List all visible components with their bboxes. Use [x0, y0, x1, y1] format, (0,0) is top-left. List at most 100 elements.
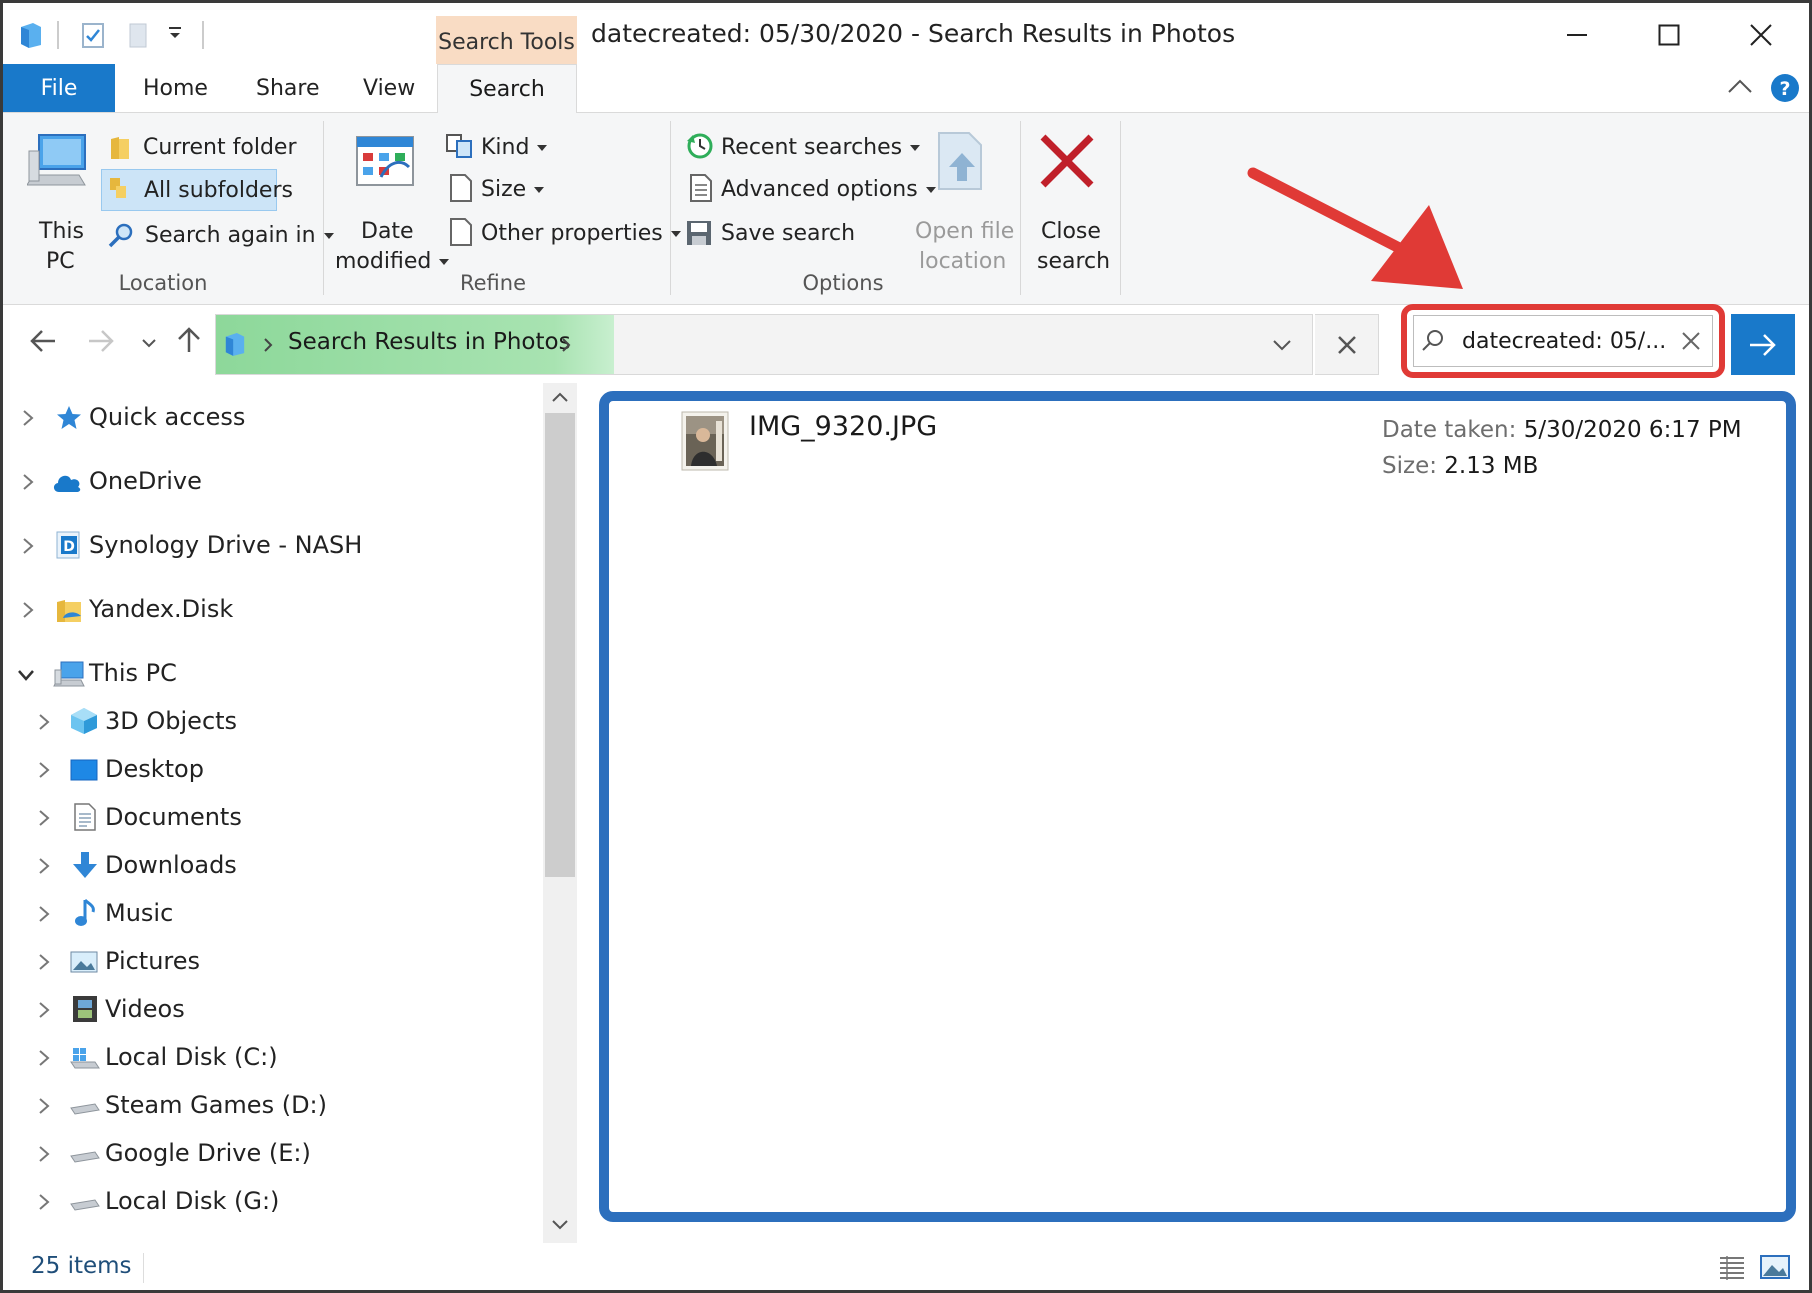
collapse-ribbon-button[interactable] — [1727, 76, 1753, 100]
chevron-right-icon[interactable] — [21, 409, 35, 427]
large-icons-view-button[interactable] — [1759, 1253, 1791, 1285]
forward-button[interactable] — [87, 328, 115, 358]
tree-item-pictures[interactable]: Pictures — [3, 942, 523, 982]
group-label-options: Options — [802, 271, 884, 295]
this-pc-label-2: PC — [46, 249, 75, 274]
date-taken-label: Date taken: — [1382, 417, 1517, 443]
tab-file[interactable]: File — [3, 64, 115, 112]
chevron-right-icon[interactable] — [37, 713, 51, 731]
tree-item-local-disk-c[interactable]: Local Disk (C:) — [3, 1038, 523, 1078]
up-button[interactable] — [177, 326, 201, 358]
tree-item-this-pc[interactable]: This PC — [3, 654, 523, 694]
tree-item-downloads[interactable]: Downloads — [3, 846, 523, 886]
tab-view[interactable]: View — [363, 64, 415, 112]
other-properties-button[interactable]: Other properties — [443, 217, 681, 253]
drive-icon — [70, 1103, 100, 1115]
clear-search-button[interactable] — [1680, 330, 1702, 356]
tree-item-documents[interactable]: Documents — [3, 798, 523, 838]
chevron-right-icon[interactable] — [21, 537, 35, 555]
videos-icon — [73, 996, 97, 1022]
save-search-button[interactable]: Save search — [683, 217, 863, 253]
close-window-button[interactable] — [1715, 3, 1807, 67]
recent-searches-icon — [687, 133, 713, 159]
qat-separator — [57, 21, 59, 49]
scroll-down-icon[interactable] — [551, 1219, 569, 1231]
search-input[interactable]: datecreated: 05/... — [1413, 315, 1713, 367]
subfolders-icon — [110, 178, 126, 198]
tree-item-desktop[interactable]: Desktop — [3, 750, 523, 790]
chevron-right-icon[interactable] — [37, 761, 51, 779]
annotation-arrow-icon — [1247, 167, 1463, 289]
scrollbar-thumb[interactable] — [545, 413, 575, 877]
tab-share[interactable]: Share — [256, 64, 320, 112]
svg-text:D: D — [63, 539, 75, 555]
breadcrumb-separator-icon[interactable] — [560, 337, 572, 353]
chevron-right-icon[interactable] — [37, 857, 51, 875]
chevron-right-icon[interactable] — [37, 1001, 51, 1019]
navigation-scrollbar[interactable] — [543, 383, 577, 1243]
tree-label: Downloads — [105, 851, 237, 879]
chevron-right-icon[interactable] — [37, 1049, 51, 1067]
size-button[interactable]: Size — [443, 173, 553, 209]
breadcrumb-search-results[interactable]: Search Results in Photos — [288, 329, 571, 355]
tab-search[interactable]: Search — [437, 64, 577, 114]
maximize-button[interactable] — [1623, 3, 1715, 67]
all-subfolders-button[interactable]: All subfolders — [101, 169, 293, 211]
tree-item-local-disk-g[interactable]: Local Disk (G:) — [3, 1182, 523, 1222]
tree-item-onedrive[interactable]: OneDrive — [3, 462, 523, 502]
dropdown-caret-icon — [439, 259, 450, 265]
tree-item-videos[interactable]: Videos — [3, 990, 523, 1030]
group-separator — [323, 121, 324, 295]
details-view-button[interactable] — [1717, 1253, 1747, 1285]
back-button[interactable] — [29, 328, 57, 358]
new-folder-icon[interactable] — [127, 21, 149, 53]
tree-item-google-drive-e[interactable]: Google Drive (E:) — [3, 1134, 523, 1174]
scroll-up-icon[interactable] — [551, 391, 569, 403]
address-bar[interactable]: Search Results in Photos — [215, 314, 1313, 375]
properties-icon[interactable] — [81, 21, 105, 53]
chevron-right-icon[interactable] — [37, 1193, 51, 1211]
open-file-location-label-1: Open file — [915, 219, 1015, 244]
tree-item-steam-games-d[interactable]: Steam Games (D:) — [3, 1086, 523, 1126]
date-modified-button[interactable]: Date modified — [333, 131, 450, 274]
other-properties-label: Other properties — [481, 221, 681, 246]
all-subfolders-label: All subfolders — [144, 178, 293, 203]
result-item[interactable]: IMG_9320.JPG Date taken: 5/30/2020 6:17 … — [679, 411, 1779, 491]
group-label-location: Location — [118, 271, 208, 295]
this-pc-button[interactable]: This PC — [23, 131, 93, 274]
chevron-right-icon[interactable] — [37, 1097, 51, 1115]
chevron-right-icon[interactable] — [37, 953, 51, 971]
address-history-button[interactable] — [1272, 337, 1292, 356]
kind-button[interactable]: Kind — [443, 131, 553, 167]
recent-searches-button[interactable]: Recent searches — [683, 131, 921, 167]
tree-item-quick-access[interactable]: Quick access — [3, 398, 523, 438]
chevron-right-icon[interactable] — [37, 1145, 51, 1163]
tree-item-3d-objects[interactable]: 3D Objects — [3, 702, 523, 742]
tree-label: Music — [105, 899, 174, 927]
qat-customize-icon[interactable] — [167, 25, 183, 45]
chevron-down-icon[interactable] — [17, 668, 35, 682]
tree-label: This PC — [89, 659, 177, 687]
tree-item-music[interactable]: Music — [3, 894, 523, 934]
advanced-options-button[interactable]: Advanced options — [683, 173, 936, 209]
current-folder-button[interactable]: Current folder — [107, 131, 296, 167]
open-file-location-icon — [938, 132, 982, 190]
recent-locations-button[interactable] — [141, 334, 157, 353]
chevron-right-icon[interactable] — [37, 905, 51, 923]
kind-label: Kind — [481, 135, 548, 160]
search-again-in-button[interactable]: Search again in — [107, 217, 334, 257]
close-search-button[interactable]: Close search — [1027, 131, 1110, 274]
tab-home[interactable]: Home — [143, 64, 208, 112]
minimize-button[interactable] — [1531, 3, 1623, 67]
date-modified-text: modified — [335, 249, 432, 274]
size-label: Size: — [1382, 453, 1437, 479]
chevron-right-icon[interactable] — [37, 809, 51, 827]
search-go-button[interactable] — [1731, 314, 1795, 375]
chevron-right-icon[interactable] — [21, 601, 35, 619]
help-button[interactable]: ? — [1770, 73, 1800, 107]
chevron-right-icon[interactable] — [21, 473, 35, 491]
explorer-app-icon[interactable] — [19, 21, 43, 53]
clear-address-button[interactable] — [1315, 314, 1379, 375]
tree-item-synology[interactable]: D Synology Drive - NASH — [3, 526, 523, 566]
tree-item-yandex[interactable]: Yandex.Disk — [3, 590, 523, 630]
